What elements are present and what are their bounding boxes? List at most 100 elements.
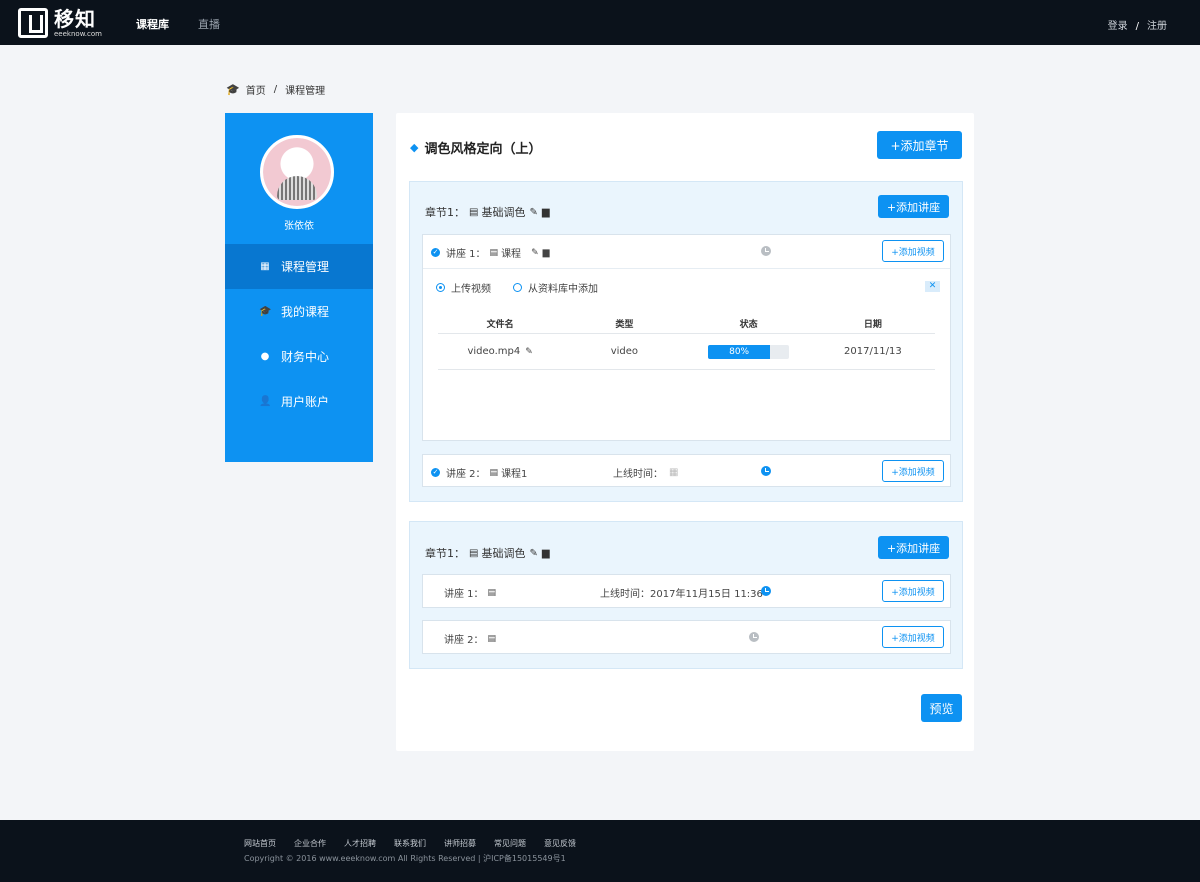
check-circle-icon: ✓	[431, 248, 440, 257]
user-name: 张依依	[284, 221, 314, 232]
footer-link-cooperation[interactable]: 企业合作	[294, 838, 326, 849]
sidebar-menu: ▦ 课程管理 🎓 我的课程 ● 财务中心 👤 用户账户	[225, 244, 373, 424]
login-link[interactable]: 登录	[1108, 21, 1128, 32]
document-icon: ▤	[487, 587, 497, 598]
chapter-header: 章节1： ▤ 基础调色 ✎ ▆	[425, 545, 550, 561]
sidebar-item-label: 课程管理	[281, 260, 330, 274]
column-header: 文件名	[486, 319, 514, 330]
radio-label: 从资料库中添加	[528, 284, 598, 295]
avatar[interactable]	[260, 135, 334, 209]
lecture-name: 课程1	[501, 469, 528, 480]
lecture-label: 讲座 2：	[446, 469, 486, 480]
edit-icon[interactable]: ✎	[529, 207, 537, 218]
user-icon: 👤	[259, 396, 272, 407]
table-header: 文件名 类型 状态 日期	[438, 313, 935, 334]
lecture-label: 讲座 2：	[444, 635, 484, 646]
online-time-label: 上线时间：2017年11月15日 11:36	[600, 589, 763, 600]
trash-icon[interactable]: ▆	[542, 548, 550, 559]
page-title: ◆ 调色风格定向（上）	[410, 138, 541, 157]
chapter-header: 章节1： ▤ 基础调色 ✎ ▆	[425, 204, 550, 220]
document-icon: ▤	[469, 206, 479, 218]
radio-upload-video[interactable]: 上传视频	[436, 280, 491, 295]
progress-fill: 80%	[708, 344, 771, 359]
logo-name: 移知	[54, 6, 96, 31]
clock-icon[interactable]	[761, 586, 771, 596]
document-icon: ▤	[489, 247, 499, 258]
document-icon: ▤	[489, 467, 499, 478]
add-video-button[interactable]: +添加视频	[882, 240, 944, 262]
footer-link-home[interactable]: 网站首页	[244, 838, 276, 849]
calendar-icon[interactable]: ▦	[669, 467, 678, 478]
calendar-icon: ▦	[260, 261, 270, 272]
sidebar-item-my-courses[interactable]: 🎓 我的课程	[225, 289, 373, 334]
sidebar-item-account[interactable]: 👤 用户账户	[225, 379, 373, 424]
chapter-name: 基础调色	[481, 547, 526, 560]
footer-link-faq[interactable]: 常见问题	[494, 838, 526, 849]
preview-button[interactable]: 预览	[921, 694, 962, 722]
lecture-row: ✓ 讲座 2： ▤ 课程1 上线时间： ▦ +添加视频	[423, 455, 950, 488]
footer: 网站首页 企业合作 人才招聘 联系我们 讲师招募 常见问题 意见反馈 Copyr…	[0, 820, 1200, 882]
clock-icon[interactable]	[761, 246, 771, 256]
file-date: 2017/11/13	[844, 346, 902, 357]
footer-links: 网站首页 企业合作 人才招聘 联系我们 讲师招募 常见问题 意见反馈	[244, 838, 594, 849]
lecture-name: 课程	[501, 249, 522, 260]
copyright: Copyright © 2016 www.eeeknow.com All Rig…	[244, 854, 566, 863]
lecture-row: 讲座 1： ▤ 上线时间：2017年11月15日 11:36 +添加视频	[423, 575, 950, 608]
sidebar-item-finance[interactable]: ● 财务中心	[225, 334, 373, 379]
sidebar-item-course-management[interactable]: ▦ 课程管理	[225, 244, 373, 289]
money-bag-icon: ●	[260, 351, 270, 362]
lecture-label: 讲座 1：	[444, 589, 484, 600]
sidebar-item-label: 我的课程	[281, 305, 330, 319]
file-name: video.mp4	[467, 346, 521, 357]
lecture-row: 讲座 2： ▤ +添加视频	[423, 621, 950, 654]
add-video-button[interactable]: +添加视频	[882, 460, 944, 482]
upload-table: 文件名 类型 状态 日期 video.mp4 ✎ video 80% 2017/…	[438, 313, 935, 370]
lecture-card: 讲座 1： ▤ 上线时间：2017年11月15日 11:36 +添加视频	[422, 574, 951, 608]
radio-label: 上传视频	[451, 284, 491, 295]
add-video-button[interactable]: +添加视频	[882, 626, 944, 648]
graduation-cap-icon: 🎓	[259, 306, 272, 317]
graduation-cap-icon: 🎓	[226, 83, 240, 96]
breadcrumb-current: 课程管理	[285, 86, 326, 97]
upload-source-options: 上传视频 从资料库中添加	[436, 280, 620, 295]
table-row: video.mp4 ✎ video 80% 2017/11/13	[438, 334, 935, 370]
close-icon[interactable]: ✕	[925, 281, 940, 292]
sidebar-item-label: 财务中心	[281, 350, 330, 364]
footer-link-lecturers[interactable]: 讲师招募	[444, 838, 476, 849]
edit-icon[interactable]: ✎	[529, 548, 537, 559]
add-video-button[interactable]: +添加视频	[882, 580, 944, 602]
column-header: 日期	[863, 319, 882, 330]
footer-link-jobs[interactable]: 人才招聘	[344, 838, 376, 849]
auth-links: 登录 / 注册	[1108, 17, 1167, 32]
footer-link-contact[interactable]: 联系我们	[394, 838, 426, 849]
trash-icon[interactable]: ▆	[542, 207, 550, 218]
nav-course-library[interactable]: 课程库	[136, 16, 169, 32]
lecture-label: 讲座 1：	[446, 249, 486, 260]
clock-icon[interactable]	[761, 466, 771, 476]
footer-link-feedback[interactable]: 意见反馈	[544, 838, 576, 849]
column-header: 类型	[615, 319, 634, 330]
upload-panel: 上传视频 从资料库中添加 ✕ 文件名 类型 状态 日期 video.mp4 ✎ …	[423, 268, 950, 441]
trash-icon[interactable]: ▆	[543, 248, 550, 258]
add-lecture-button[interactable]: +添加讲座	[878, 536, 949, 559]
edit-icon[interactable]: ✎	[525, 347, 533, 357]
radio-icon	[513, 283, 522, 292]
upload-progress-bar: 80%	[708, 344, 790, 359]
edit-icon[interactable]: ✎	[531, 248, 539, 258]
register-link[interactable]: 注册	[1147, 21, 1167, 32]
site-logo[interactable]: 移知 eeeknow.com	[18, 8, 102, 38]
sidebar: 张依依 ▦ 课程管理 🎓 我的课程 ● 财务中心 👤 用户账户	[225, 113, 373, 462]
lecture-card: 讲座 2： ▤ +添加视频	[422, 620, 951, 654]
top-navbar: 移知 eeeknow.com 课程库 直播 登录 / 注册	[0, 0, 1200, 45]
add-lecture-button[interactable]: +添加讲座	[878, 195, 949, 218]
nav-live[interactable]: 直播	[198, 16, 220, 32]
lecture-card: ✓ 讲座 2： ▤ 课程1 上线时间： ▦ +添加视频	[422, 454, 951, 487]
breadcrumb-home[interactable]: 首页	[246, 82, 266, 97]
chapter-name: 基础调色	[481, 206, 526, 219]
chapter-card: 章节1： ▤ 基础调色 ✎ ▆ +添加讲座 ✓ 讲座 1： ▤ 课程 ✎ ▆ +…	[409, 181, 963, 502]
lecture-row: ✓ 讲座 1： ▤ 课程 ✎ ▆ +添加视频	[423, 235, 950, 268]
check-circle-icon: ✓	[431, 468, 440, 477]
radio-from-library[interactable]: 从资料库中添加	[513, 280, 598, 295]
add-chapter-button[interactable]: +添加章节	[877, 131, 962, 159]
clock-icon[interactable]	[749, 632, 759, 642]
